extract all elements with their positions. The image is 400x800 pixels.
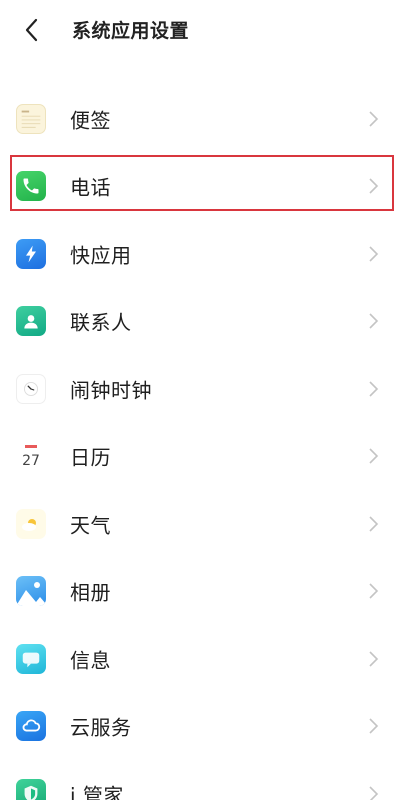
chevron-right-icon <box>369 246 379 262</box>
chevron-right-icon <box>369 178 379 194</box>
list-item-phone[interactable]: 电话 <box>0 153 400 221</box>
list-item-quick-app[interactable]: 快应用 <box>0 220 400 288</box>
list-item-calendar[interactable]: 27 日历 <box>0 423 400 491</box>
chevron-right-icon <box>369 448 379 464</box>
app-settings-list: 便签 电话 快应用 联系人 闹钟时钟 27 日历 天气 相册 信息 云服务 i … <box>0 85 400 800</box>
quick-app-icon <box>16 238 46 269</box>
list-item-clock[interactable]: 闹钟时钟 <box>0 355 400 423</box>
list-item-label: 快应用 <box>70 243 132 268</box>
list-item-label: 日历 <box>70 445 111 470</box>
calendar-day-text: 27 <box>22 453 40 469</box>
chevron-right-icon <box>369 111 379 127</box>
calendar-icon: 27 <box>16 441 46 472</box>
list-item-label: 闹钟时钟 <box>70 378 152 403</box>
clock-icon <box>16 373 46 404</box>
chevron-right-icon <box>369 516 379 532</box>
chevron-right-icon <box>369 381 379 397</box>
contacts-icon <box>16 306 46 337</box>
list-item-i-manager[interactable]: i 管家 <box>0 760 400 800</box>
cloud-service-icon <box>16 711 46 742</box>
list-item-label: 便签 <box>70 108 111 133</box>
chevron-right-icon <box>369 786 379 800</box>
list-item-label: 电话 <box>70 175 111 200</box>
notes-icon <box>16 103 46 134</box>
chevron-right-icon <box>369 651 379 667</box>
chevron-right-icon <box>369 583 379 599</box>
chevron-left-icon <box>25 18 38 42</box>
list-item-label: 信息 <box>70 648 111 673</box>
messages-icon <box>16 643 46 674</box>
header: 系统应用设置 <box>0 0 400 58</box>
page-title: 系统应用设置 <box>72 20 190 42</box>
list-item-label: 天气 <box>70 513 111 538</box>
list-item-label: 联系人 <box>70 310 132 335</box>
list-item-label: 相册 <box>70 580 111 605</box>
list-item-label: i 管家 <box>70 783 124 800</box>
weather-icon <box>16 508 46 539</box>
album-icon <box>16 576 46 607</box>
list-item-label: 云服务 <box>70 715 132 740</box>
list-item-contacts[interactable]: 联系人 <box>0 288 400 356</box>
chevron-right-icon <box>369 718 379 734</box>
list-item-album[interactable]: 相册 <box>0 558 400 626</box>
list-item-notes[interactable]: 便签 <box>0 85 400 153</box>
list-item-cloud-service[interactable]: 云服务 <box>0 693 400 761</box>
back-button[interactable] <box>16 14 48 46</box>
chevron-right-icon <box>369 313 379 329</box>
settings-page: 系统应用设置 便签 电话 快应用 联系人 闹钟时钟 27 日历 天气 相册 信息… <box>0 0 400 800</box>
phone-icon <box>16 171 46 202</box>
list-item-messages[interactable]: 信息 <box>0 625 400 693</box>
list-item-weather[interactable]: 天气 <box>0 490 400 558</box>
i-manager-icon <box>16 778 46 800</box>
